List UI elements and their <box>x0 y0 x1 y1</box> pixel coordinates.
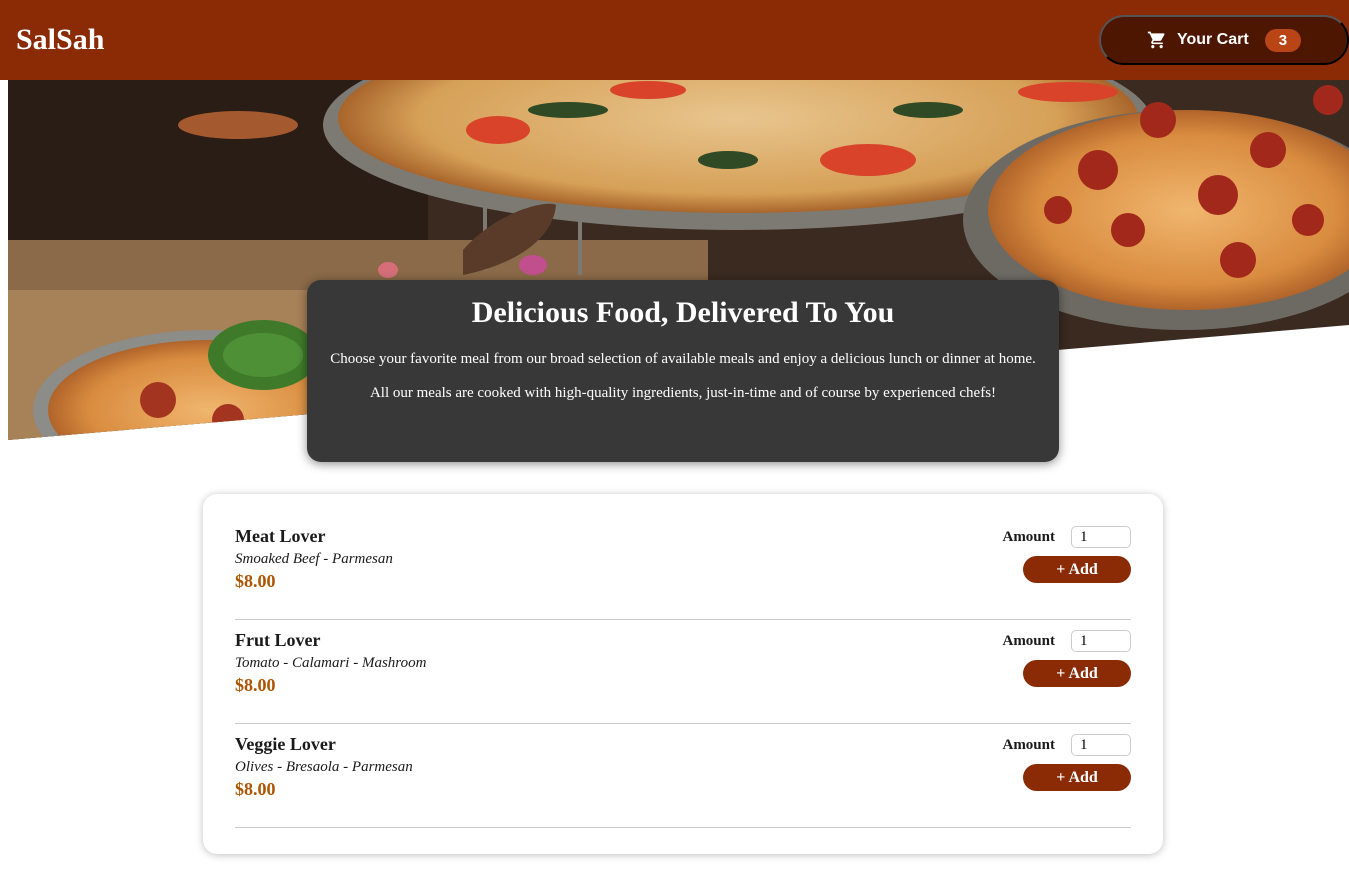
meal-form: Amount + Add <box>1002 630 1131 723</box>
meal-description: Smoaked Beef - Parmesan <box>235 551 393 567</box>
amount-row: Amount <box>1002 526 1131 548</box>
amount-input[interactable] <box>1071 526 1131 548</box>
meal-item: Frut Lover Tomato - Calamari - Mashroom … <box>235 620 1131 724</box>
cart-count-badge: 3 <box>1264 28 1302 52</box>
meal-name: Veggie Lover <box>235 734 336 754</box>
summary-paragraph: Choose your favorite meal from our broad… <box>330 351 1036 367</box>
cart-button[interactable]: Your Cart 3 <box>1099 15 1349 65</box>
amount-input[interactable] <box>1071 734 1131 756</box>
meal-description: Olives - Bresaola - Parmesan <box>235 759 413 775</box>
meal-price: $8.00 <box>235 675 276 695</box>
meal-name: Frut Lover <box>235 630 321 650</box>
amount-label: Amount <box>1002 632 1055 649</box>
meal-item: Veggie Lover Olives - Bresaola - Parmesa… <box>235 724 1131 828</box>
meal-form: Amount + Add <box>1002 526 1131 619</box>
summary-paragraph: All our meals are cooked with high-quali… <box>369 385 997 401</box>
add-button[interactable]: + Add <box>1023 556 1131 583</box>
amount-row: Amount <box>1002 734 1131 756</box>
meal-name: Meat Lover <box>235 526 326 546</box>
meal-info: Veggie Lover Olives - Bresaola - Parmesa… <box>235 734 413 827</box>
amount-input[interactable] <box>1071 630 1131 652</box>
cart-label: Your Cart <box>1176 31 1249 48</box>
app-header: SalSah Your Cart 3 <box>0 0 1349 80</box>
meal-item: Meat Lover Smoaked Beef - Parmesan $8.00… <box>235 516 1131 620</box>
cart-icon <box>1147 31 1165 49</box>
meal-info: Meat Lover Smoaked Beef - Parmesan $8.00 <box>235 526 393 619</box>
amount-label: Amount <box>1002 528 1055 545</box>
summary-title: Delicious Food, Delivered To You <box>471 296 895 329</box>
brand-title: SalSah <box>16 23 105 56</box>
summary-card: Delicious Food, Delivered To You Choose … <box>307 280 1059 462</box>
meal-description: Tomato - Calamari - Mashroom <box>235 655 427 671</box>
meal-price: $8.00 <box>235 571 276 591</box>
meal-info: Frut Lover Tomato - Calamari - Mashroom … <box>235 630 426 723</box>
meal-price: $8.00 <box>235 779 276 799</box>
amount-row: Amount <box>1002 630 1131 652</box>
add-button[interactable]: + Add <box>1023 660 1131 687</box>
meal-form: Amount + Add <box>1002 734 1131 827</box>
amount-label: Amount <box>1002 736 1055 753</box>
add-button[interactable]: + Add <box>1023 764 1131 791</box>
meals-card: Meat Lover Smoaked Beef - Parmesan $8.00… <box>203 494 1163 854</box>
